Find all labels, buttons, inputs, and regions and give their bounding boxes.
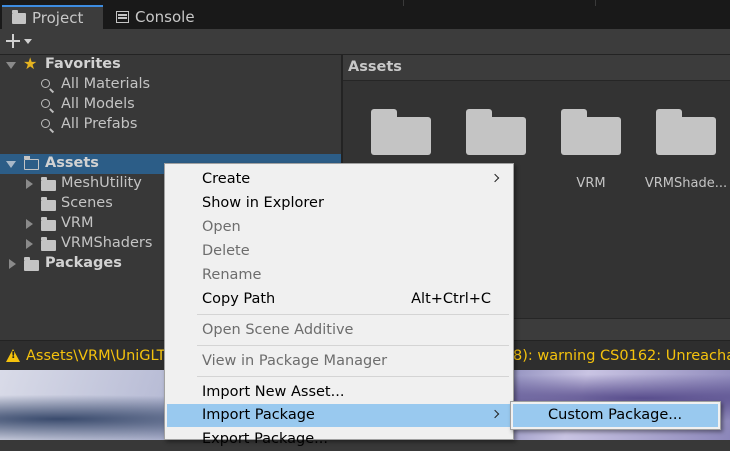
import-package-submenu: Custom Package... xyxy=(510,401,721,430)
folder-icon xyxy=(41,197,56,211)
menu-item-import-package[interactable]: Import Package xyxy=(167,404,511,427)
search-icon xyxy=(41,79,50,88)
menu-separator xyxy=(197,345,509,346)
menu-item-create[interactable]: Create xyxy=(167,168,511,191)
chevron-down-icon xyxy=(24,38,32,44)
menu-item-shortcut: Alt+Ctrl+C xyxy=(411,291,491,307)
tree-label: All Materials xyxy=(61,76,151,92)
assets-breadcrumb: Assets xyxy=(343,55,730,81)
tab-strip-divider xyxy=(403,0,404,6)
expand-arrow-icon[interactable] xyxy=(6,161,16,168)
expand-arrow-icon[interactable] xyxy=(9,259,16,269)
asset-label: VRM xyxy=(576,176,606,191)
tab-project-label: Project xyxy=(32,9,84,27)
menu-item-label: Import Package xyxy=(202,407,315,423)
menu-item-show-in-explorer[interactable]: Show in Explorer xyxy=(167,192,511,215)
warning-icon xyxy=(6,349,20,362)
tree-item-all-prefabs[interactable]: All Prefabs xyxy=(0,115,341,135)
menu-item-open-scene-additive: Open Scene Additive xyxy=(167,319,511,342)
status-message-left: Assets\VRM\UniGLT xyxy=(26,348,166,364)
menu-item-label: Rename xyxy=(202,267,262,283)
tree-label: VRM xyxy=(61,215,94,231)
menu-item-copy-path[interactable]: Copy Path Alt+Ctrl+C xyxy=(167,288,511,311)
tab-console[interactable]: Console xyxy=(106,5,206,29)
menu-item-label: Import New Asset... xyxy=(202,384,345,400)
folder-open-icon xyxy=(24,156,39,170)
tree-label: All Models xyxy=(61,96,135,112)
tree-label: Scenes xyxy=(61,195,113,211)
tree-item-all-materials[interactable]: All Materials xyxy=(0,75,341,95)
plus-icon xyxy=(6,34,20,48)
folder-icon xyxy=(41,177,56,191)
folder-icon[interactable] xyxy=(466,109,526,155)
menu-item-label: Custom Package... xyxy=(548,407,683,423)
folder-icon xyxy=(41,217,56,231)
tree-label-favorites: Favorites xyxy=(45,56,121,72)
console-icon xyxy=(116,11,129,23)
expand-arrow-icon[interactable] xyxy=(6,62,16,69)
menu-item-label: Export Package... xyxy=(202,431,329,447)
menu-item-label: Copy Path xyxy=(202,291,276,307)
expand-arrow-icon[interactable] xyxy=(26,219,33,229)
tab-strip-divider xyxy=(595,0,596,6)
menu-item-label: Open Scene Additive xyxy=(202,322,354,338)
tree-label: MeshUtility xyxy=(61,175,142,191)
chevron-right-icon xyxy=(490,409,500,419)
folder-icon xyxy=(24,257,39,271)
window-tab-strip: Project Console xyxy=(0,0,730,29)
tree-item-all-models[interactable]: All Models xyxy=(0,95,341,115)
search-icon xyxy=(41,99,50,108)
tab-project[interactable]: Project xyxy=(2,5,103,29)
menu-item-delete: Delete xyxy=(167,240,511,263)
project-toolbar xyxy=(0,29,730,55)
star-icon: ★ xyxy=(23,54,38,73)
breadcrumb-assets[interactable]: Assets xyxy=(348,59,402,75)
menu-item-view-in-package-manager: View in Package Manager xyxy=(167,350,511,373)
folder-icon[interactable] xyxy=(656,109,716,155)
menu-item-custom-package[interactable]: Custom Package... xyxy=(513,404,718,427)
menu-item-import-new-asset[interactable]: Import New Asset... xyxy=(167,381,511,404)
menu-item-label: Delete xyxy=(202,243,250,259)
status-message-right: 8): warning CS0162: Unreacha xyxy=(513,348,730,364)
tree-label-assets: Assets xyxy=(45,155,99,171)
tree-label-packages: Packages xyxy=(45,255,122,271)
menu-item-open: Open xyxy=(167,216,511,239)
menu-item-label: Open xyxy=(202,219,241,235)
folder-icon xyxy=(12,9,26,24)
menu-separator xyxy=(197,376,509,377)
menu-item-rename: Rename xyxy=(167,264,511,287)
folder-icon[interactable] xyxy=(561,109,621,155)
menu-item-label: Show in Explorer xyxy=(202,195,324,211)
expand-arrow-icon[interactable] xyxy=(26,179,33,189)
menu-item-label: Create xyxy=(202,171,251,187)
menu-item-label: View in Package Manager xyxy=(202,353,388,369)
tree-label: VRMShaders xyxy=(61,235,153,251)
search-icon xyxy=(41,119,50,128)
context-menu: Create Show in Explorer Open Delete Rena… xyxy=(164,163,514,447)
folder-icon[interactable] xyxy=(371,109,431,155)
expand-arrow-icon[interactable] xyxy=(26,239,33,249)
tree-label: All Prefabs xyxy=(61,116,138,132)
tab-console-label: Console xyxy=(135,8,195,26)
chevron-right-icon xyxy=(490,173,500,183)
tree-item-favorites[interactable]: ★ Favorites xyxy=(0,55,341,75)
create-dropdown-button[interactable] xyxy=(6,31,42,51)
menu-separator xyxy=(197,314,509,315)
asset-label: VRMShade... xyxy=(644,176,728,191)
folder-icon xyxy=(41,237,56,251)
